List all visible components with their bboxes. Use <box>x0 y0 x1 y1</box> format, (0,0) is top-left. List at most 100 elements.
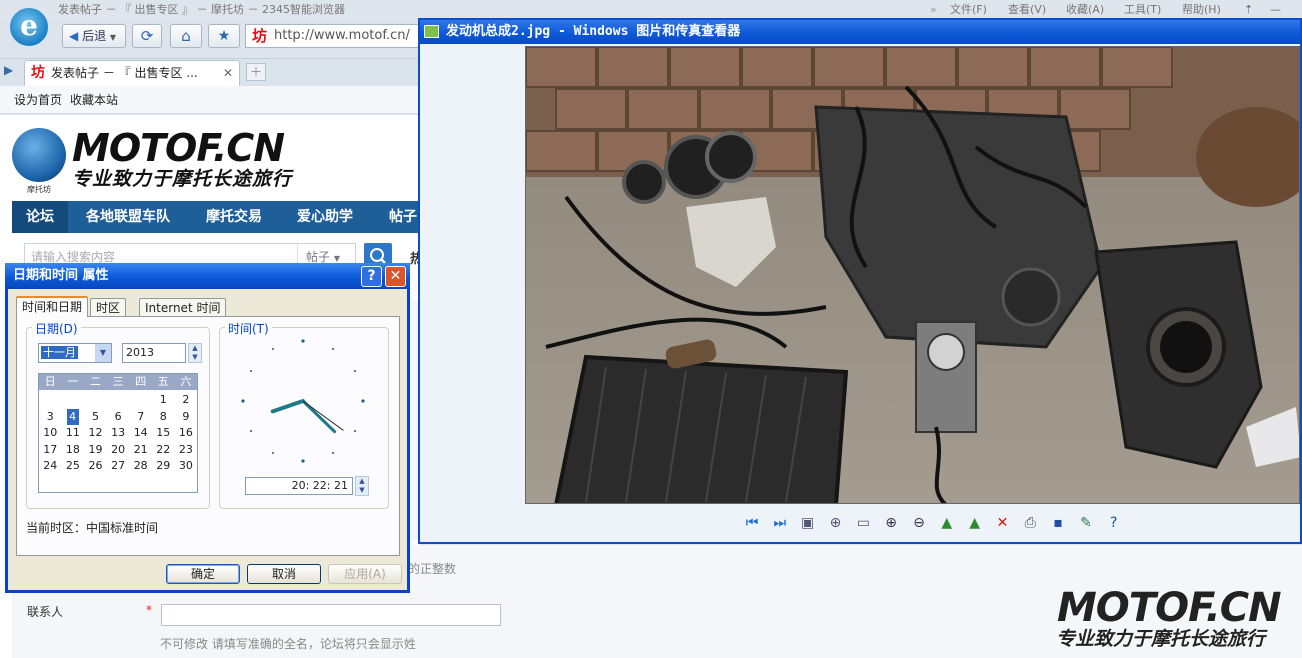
actual-size-icon[interactable]: ⊕ <box>825 513 845 533</box>
back-button[interactable]: ◀ 后退 ▼ <box>62 24 126 48</box>
ok-button[interactable]: 确定 <box>166 564 240 584</box>
engine-photo <box>525 46 1300 504</box>
help-icon[interactable]: ? <box>1104 513 1124 533</box>
weekday-header: 四 <box>135 375 147 388</box>
menu-view[interactable]: 查看(V) <box>1008 0 1046 20</box>
nav-forum[interactable]: 论坛 <box>12 201 68 233</box>
weekday-header: 三 <box>112 375 124 388</box>
calendar-day[interactable]: 8 <box>152 409 175 425</box>
calendar-day[interactable]: 30 <box>175 458 198 474</box>
rotate-cw-icon[interactable]: ▲ <box>937 513 957 533</box>
favorite-button[interactable]: ★ <box>208 24 240 48</box>
pin-icon[interactable]: ⇡ <box>1244 0 1253 20</box>
calendar-day[interactable]: 17 <box>39 442 62 458</box>
edit-icon[interactable]: ✎ <box>1076 513 1096 533</box>
calendar-day[interactable]: 3 <box>39 409 62 425</box>
calendar-day[interactable]: 12 <box>84 425 107 441</box>
help-button[interactable]: ? <box>361 266 382 287</box>
rotate-ccw-icon[interactable]: ▲ <box>965 513 985 533</box>
menu-help[interactable]: 帮助(H) <box>1182 0 1221 20</box>
next-icon[interactable]: ⏭ <box>770 513 790 533</box>
menu-favorites[interactable]: 收藏(A) <box>1066 0 1104 20</box>
delete-icon[interactable]: ✕ <box>992 513 1012 533</box>
close-button[interactable]: ✕ <box>385 266 406 287</box>
chevron-down-icon: ▼ <box>109 33 117 42</box>
print-icon[interactable]: ⎙ <box>1020 513 1040 533</box>
calendar-day[interactable]: 24 <box>39 458 62 474</box>
best-fit-icon[interactable]: ▣ <box>798 513 818 533</box>
viewer-title-bar[interactable]: 发动机总成2.jpg - Windows 图片和传真查看器 <box>420 20 1300 44</box>
calendar-day[interactable]: 29 <box>152 458 175 474</box>
prev-icon[interactable]: ⏮ <box>742 513 762 533</box>
month-select[interactable]: 十一月 ▼ <box>38 343 112 363</box>
year-spinner[interactable]: ▲ ▼ <box>188 343 202 363</box>
calendar-day[interactable]: 20 <box>107 442 130 458</box>
star-icon: ★ <box>217 28 231 44</box>
bookmark-site-link[interactable]: 收藏本站 <box>70 86 118 114</box>
save-icon[interactable]: ▪ <box>1048 513 1068 533</box>
time-spinner[interactable]: ▲ ▼ <box>355 476 369 496</box>
calendar-day[interactable]: 27 <box>107 458 130 474</box>
apply-button[interactable]: 应用(A) <box>328 564 402 584</box>
browser-logo-icon[interactable]: e <box>8 6 50 48</box>
refresh-button[interactable]: ⟳ <box>132 24 162 48</box>
weekday-header: 日 <box>44 375 56 388</box>
calendar-day[interactable]: 16 <box>175 425 198 441</box>
menu-file[interactable]: 文件(F) <box>950 0 987 20</box>
calendar-day[interactable]: 4 <box>66 408 79 425</box>
slideshow-icon[interactable]: ▭ <box>853 513 873 533</box>
nav-teams[interactable]: 各地联盟车队 <box>86 201 170 233</box>
calendar-day[interactable]: 7 <box>129 409 152 425</box>
calendar-day[interactable]: 23 <box>175 442 198 458</box>
viewer-title: 发动机总成2.jpg - Windows 图片和传真查看器 <box>446 24 741 39</box>
calendar-day[interactable]: 9 <box>175 409 198 425</box>
calendar-day[interactable]: 25 <box>62 458 85 474</box>
engine-photo-drawing <box>526 47 1299 503</box>
menu-tools[interactable]: 工具(T) <box>1124 0 1161 20</box>
calendar-day[interactable]: 11 <box>62 425 85 441</box>
close-tab-icon[interactable]: ✕ <box>223 61 233 85</box>
weekday-header: 五 <box>157 375 169 388</box>
time-input[interactable]: 20: 22: 21 <box>245 477 353 495</box>
menu-overflow-icon[interactable]: » <box>930 0 937 20</box>
home-button[interactable]: ⌂ <box>170 24 202 48</box>
calendar-day[interactable]: 10 <box>39 425 62 441</box>
calendar-day[interactable]: 15 <box>152 425 175 441</box>
zoom-out-icon[interactable]: ⊖ <box>909 513 929 533</box>
calendar-day[interactable]: 5 <box>84 409 107 425</box>
tab-date-time[interactable]: 时间和日期 <box>16 296 89 317</box>
tab-time-zone[interactable]: 时区 <box>90 298 127 317</box>
nav-posts[interactable]: 帖子 <box>389 201 417 233</box>
clock-tick <box>272 348 274 351</box>
calendar-day[interactable]: 2 <box>175 392 198 408</box>
nav-charity[interactable]: 爱心助学 <box>297 201 353 233</box>
minimize-icon[interactable]: — <box>1270 0 1281 20</box>
calendar-day[interactable]: 13 <box>107 425 130 441</box>
year-input[interactable]: 2013 <box>122 343 186 363</box>
address-text: http://www.motof.cn/ <box>274 28 410 43</box>
dialog-title-bar[interactable]: 日期和时间 属性 <box>5 263 410 289</box>
set-homepage-link[interactable]: 设为首页 <box>14 86 62 114</box>
cancel-button[interactable]: 取消 <box>247 564 321 584</box>
clock-tick <box>250 370 253 372</box>
calendar-day[interactable]: 19 <box>84 442 107 458</box>
new-tab-button[interactable]: ＋ <box>246 63 266 81</box>
sidebar-toggle-icon[interactable]: ▶ <box>4 63 13 77</box>
contact-input[interactable] <box>161 604 501 626</box>
calendar-day[interactable]: 26 <box>84 458 107 474</box>
nav-trade[interactable]: 摩托交易 <box>206 201 262 233</box>
calendar-day[interactable]: 22 <box>152 442 175 458</box>
browser-tab-active[interactable]: 坊 发表帖子 － 『 出售专区 ... ✕ <box>24 60 240 86</box>
calendar-day[interactable]: 6 <box>107 409 130 425</box>
clock-tick <box>332 451 334 454</box>
zoom-in-icon[interactable]: ⊕ <box>881 513 901 533</box>
search-placeholder: 请输入搜索内容 <box>31 250 116 264</box>
calendar-day[interactable]: 14 <box>129 425 152 441</box>
calendar-day[interactable]: 18 <box>62 442 85 458</box>
calendar-day[interactable]: 1 <box>152 392 175 408</box>
calendar-day[interactable]: 28 <box>129 458 152 474</box>
calendar-day[interactable]: 21 <box>129 442 152 458</box>
tab-internet-time[interactable]: Internet 时间 <box>139 298 227 317</box>
address-bar[interactable]: 坊 http://www.motof.cn/ <box>245 24 420 48</box>
tab-title: 发表帖子 － 『 出售专区 ... <box>51 66 198 80</box>
